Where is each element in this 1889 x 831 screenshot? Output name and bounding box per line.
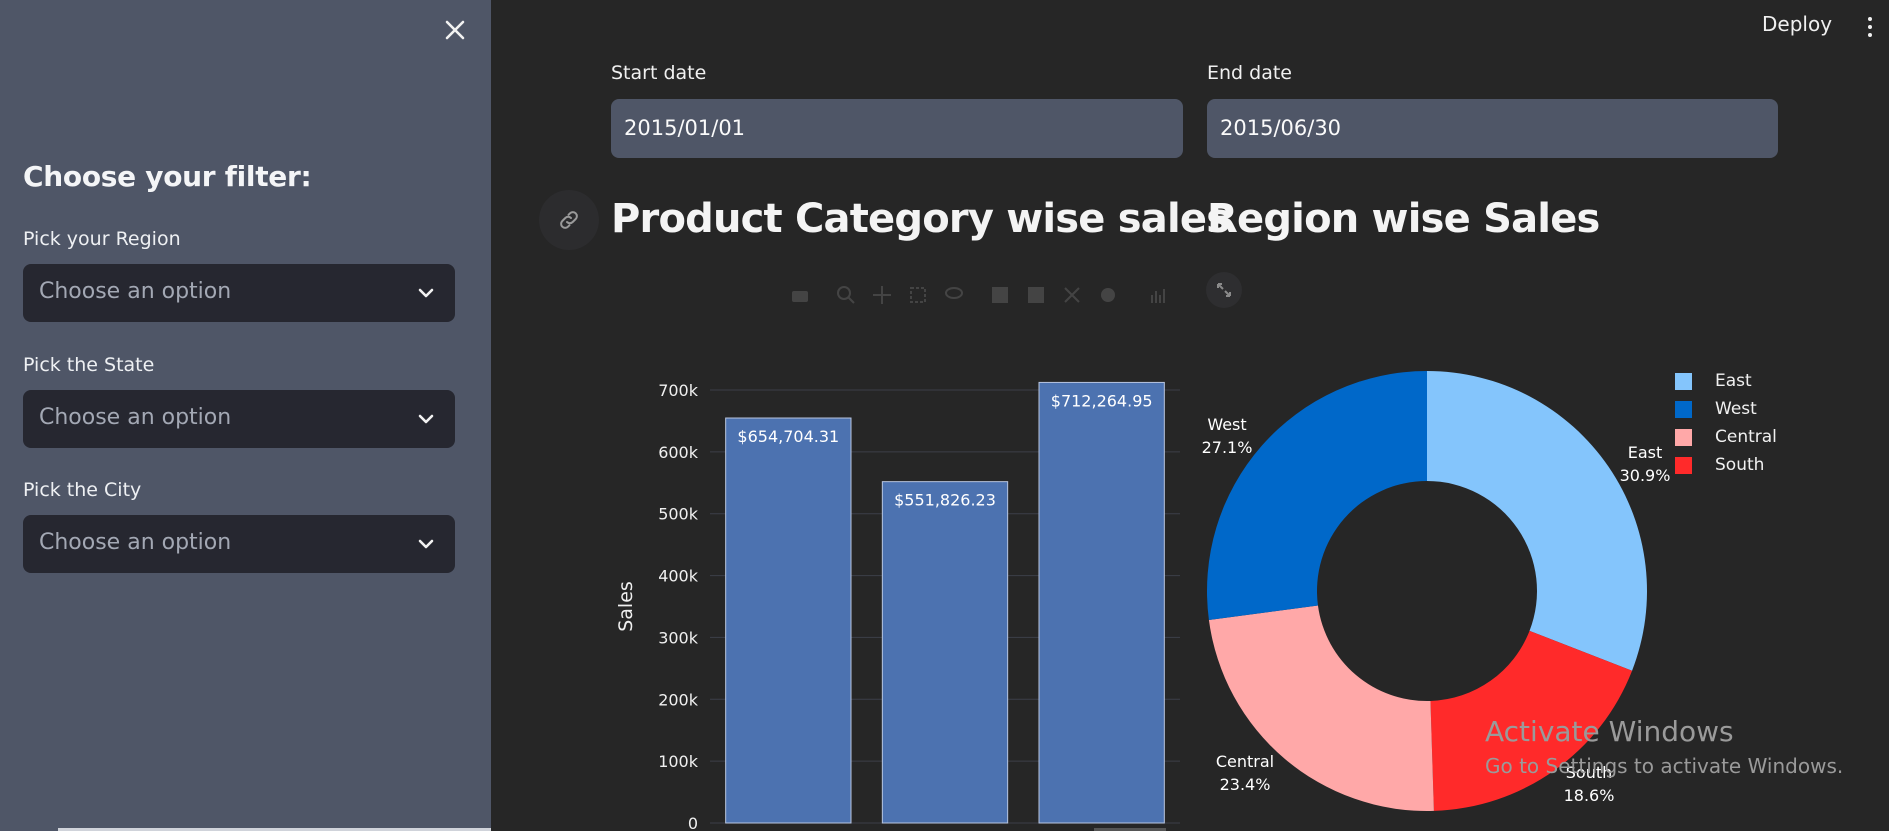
lasso-select-icon[interactable] (944, 285, 964, 305)
chevron-down-icon (418, 414, 434, 424)
y-axis-label: Sales (615, 581, 637, 632)
y-tick-label: 300k (658, 628, 699, 647)
y-tick-label: 600k (658, 443, 699, 462)
city-select-placeholder: Choose an option (39, 530, 232, 555)
bar-data-label: $712,264.95 (1051, 391, 1153, 410)
legend-label: Central (1715, 427, 1777, 447)
legend-swatch (1675, 373, 1692, 390)
zoom-out-icon[interactable] (1026, 285, 1046, 305)
reset-axes-icon[interactable] (1098, 285, 1118, 305)
link-icon (560, 211, 578, 229)
bar-data-label: $551,826.23 (894, 491, 996, 510)
region-select[interactable]: Choose an option (23, 264, 455, 322)
end-date-input[interactable]: 2015/06/30 (1207, 99, 1778, 158)
legend-label: South (1715, 455, 1765, 475)
slice-percent-label: 27.1% (1202, 438, 1253, 457)
city-filter-label: Pick the City (23, 479, 142, 501)
close-sidebar-button[interactable] (439, 14, 471, 46)
bar-data-label: $654,704.31 (737, 427, 839, 446)
region-sales-title: Region wise Sales (1207, 196, 1600, 242)
product-category-bar-chart: 0 100k 200k 300k 400k 500k 600k 700k Sales $654,7… (615, 381, 1180, 831)
slice-label: East (1628, 443, 1663, 462)
fullscreen-button[interactable] (1206, 272, 1242, 308)
camera-icon[interactable] (790, 285, 810, 305)
end-date-value: 2015/06/30 (1220, 116, 1342, 140)
autoscale-icon[interactable] (1062, 285, 1082, 305)
end-date-label: End date (1207, 62, 1292, 84)
y-tick-label: 500k (658, 505, 699, 524)
state-filter-label: Pick the State (23, 354, 155, 376)
legend-swatch (1675, 401, 1692, 418)
start-date-input[interactable]: 2015/01/01 (611, 99, 1183, 158)
slice-percent-label: 23.4% (1220, 775, 1271, 794)
watermark-line1: Activate Windows (1485, 715, 1734, 748)
close-icon (445, 20, 465, 40)
y-tick-label: 0 (688, 814, 698, 831)
zoom-in-icon[interactable] (990, 285, 1010, 305)
legend-label: East (1715, 371, 1752, 391)
chevron-down-icon (418, 288, 434, 298)
box-select-icon[interactable] (908, 285, 928, 305)
chevron-down-icon (418, 539, 434, 549)
windows-activation-watermark: Activate Windows Go to Settings to activ… (1485, 715, 1843, 778)
donut-slice-east[interactable] (1427, 371, 1647, 671)
legend-label: West (1715, 399, 1757, 419)
expand-icon (1217, 283, 1231, 297)
y-tick-label: 100k (658, 752, 699, 771)
city-select[interactable]: Choose an option (23, 515, 455, 573)
pan-icon[interactable] (872, 285, 892, 305)
slice-percent-label: 18.6% (1564, 786, 1615, 805)
deploy-button[interactable]: Deploy (1762, 12, 1832, 36)
y-tick-label: 700k (658, 381, 699, 400)
bar[interactable] (725, 417, 852, 824)
y-tick-label: 200k (658, 690, 699, 709)
bar[interactable] (1038, 381, 1165, 824)
legend-swatch (1675, 457, 1692, 474)
main-menu-button[interactable] (1864, 14, 1876, 44)
slice-percent-label: 30.9% (1620, 466, 1671, 485)
start-date-value: 2015/01/01 (624, 116, 746, 140)
start-date-label: Start date (611, 62, 707, 84)
plotly-logo-icon[interactable] (1148, 285, 1168, 305)
watermark-line2: Go to Settings to activate Windows. (1485, 754, 1844, 778)
region-select-placeholder: Choose an option (39, 279, 232, 304)
donut-slice-west[interactable] (1207, 371, 1427, 620)
slice-label: West (1207, 415, 1246, 434)
product-category-title: Product Category wise sales (611, 196, 1230, 242)
legend-swatch (1675, 429, 1692, 446)
slice-label: Central (1216, 752, 1274, 771)
kebab-menu-icon (1864, 17, 1876, 37)
y-tick-label: 400k (658, 567, 699, 586)
zoom-icon[interactable] (836, 285, 856, 305)
chart-modebar (790, 285, 1175, 309)
state-select[interactable]: Choose an option (23, 390, 455, 448)
region-filter-label: Pick your Region (23, 228, 181, 250)
filter-heading: Choose your filter: (23, 160, 312, 193)
state-select-placeholder: Choose an option (39, 405, 232, 430)
anchor-link-button[interactable] (539, 190, 599, 250)
bar[interactable] (881, 481, 1009, 824)
sidebar: Choose your filter: Pick your Region Cho… (0, 0, 491, 831)
